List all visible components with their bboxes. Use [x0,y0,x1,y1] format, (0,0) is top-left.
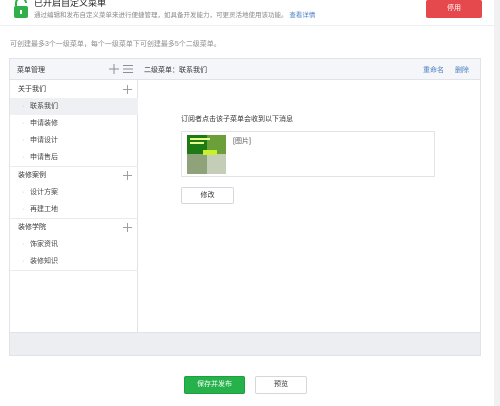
menu-group-title[interactable]: 关于我们 [10,81,138,98]
content-title: 二级菜单：联系我们 [144,67,207,74]
menu-content-pane: 二级菜单：联系我们 重命名 删除 订阅者点击该子菜单会收到以下消息 [图片] 修… [138,59,480,332]
sort-list-icon[interactable] [123,64,133,74]
bullet-icon: · [22,120,25,127]
submenu-label: 装修知识 [30,258,58,265]
sidebar-header: 菜单管理 [10,59,138,80]
edit-button[interactable]: 修改 [181,187,234,204]
menu-group: 装修学院 · 饰家资讯 · 装修知识 [10,219,138,271]
add-menu-icon[interactable] [109,64,119,74]
bullet-icon: · [22,206,25,213]
page: 已开启自定义菜单 通过编辑和发布自定义菜单来进行便捷管理，如具备开发能力，可更灵… [0,0,500,406]
submenu-label: 申请设计 [30,137,58,144]
submenu-item[interactable]: · 再建工地 [10,201,138,218]
submenu-label: 申请装修 [30,120,58,127]
submenu-label: 申请售后 [30,154,58,161]
image-tag: [图片] [233,138,251,145]
intro-text: 可创建最多3个一级菜单，每个一级菜单下可创建最多5个二级菜单。 [10,41,221,48]
bullet-icon: · [22,137,25,144]
editor-footer [10,332,480,355]
rename-link[interactable]: 重命名 [423,65,444,75]
add-submenu-icon[interactable] [123,223,132,232]
submenu-label: 再建工地 [30,206,58,213]
unlock-icon [14,0,28,18]
image-thumbnail [187,135,226,174]
submenu-item[interactable]: · 申请设计 [10,132,138,149]
menu-editor: 菜单管理 关于我们 · 联系我们 · 申请装修 · 申请设计 · 申请售后 装修… [9,58,481,356]
submenu-label: 饰家资讯 [30,241,58,248]
sidebar-title: 菜单管理 [17,67,45,74]
notice-description: 通过编辑和发布自定义菜单来进行便捷管理，如具备开发能力，可更灵活地使用该功能。 … [34,9,315,19]
submenu-item[interactable]: · 申请售后 [10,149,138,166]
content-header: 二级菜单：联系我们 重命名 删除 [138,59,480,80]
notice-bar: 已开启自定义菜单 通过编辑和发布自定义菜单来进行便捷管理，如具备开发能力，可更灵… [0,0,500,26]
view-details-link[interactable]: 查看详情 [289,12,315,19]
add-submenu-icon[interactable] [123,85,132,94]
menu-group-title[interactable]: 装修案例 [10,167,138,184]
submenu-item[interactable]: · 饰家资讯 [10,236,138,253]
scrollbar[interactable] [494,0,500,406]
notice-description-text: 通过编辑和发布自定义菜单来进行便捷管理，如具备开发能力，可更灵活地使用该功能。 [34,12,288,19]
bullet-icon: · [22,258,25,265]
submenu-item[interactable]: · 装修知识 [10,253,138,270]
notice-title: 已开启自定义菜单 [34,0,107,8]
submenu-item-active[interactable]: · 联系我们 [10,98,138,115]
message-label: 订阅者点击该子菜单会收到以下消息 [181,116,293,123]
menu-sidebar: 菜单管理 关于我们 · 联系我们 · 申请装修 · 申请设计 · 申请售后 装修… [10,59,138,332]
menu-group-title[interactable]: 装修学院 [10,219,138,236]
submenu-label: 设计方案 [30,189,58,196]
bullet-icon: · [22,154,25,161]
menu-list: 关于我们 · 联系我们 · 申请装修 · 申请设计 · 申请售后 装修案例 · 设计方案 [10,81,138,271]
bullet-icon: · [22,241,25,248]
bullet-icon: · [22,103,25,110]
save-and-publish-button[interactable]: 保存并发布 [184,376,245,394]
menu-group: 关于我们 · 联系我们 · 申请装修 · 申请设计 · 申请售后 [10,81,138,167]
delete-link[interactable]: 删除 [455,65,469,75]
message-card: [图片] [181,131,435,177]
bullet-icon: · [22,189,25,196]
add-submenu-icon[interactable] [123,171,132,180]
submenu-item[interactable]: · 申请装修 [10,115,138,132]
submenu-item[interactable]: · 设计方案 [10,184,138,201]
menu-group: 装修案例 · 设计方案 · 再建工地 [10,167,138,219]
submenu-label: 联系我们 [30,103,58,110]
disable-button[interactable]: 停用 [426,0,482,18]
preview-button[interactable]: 预览 [255,376,307,394]
